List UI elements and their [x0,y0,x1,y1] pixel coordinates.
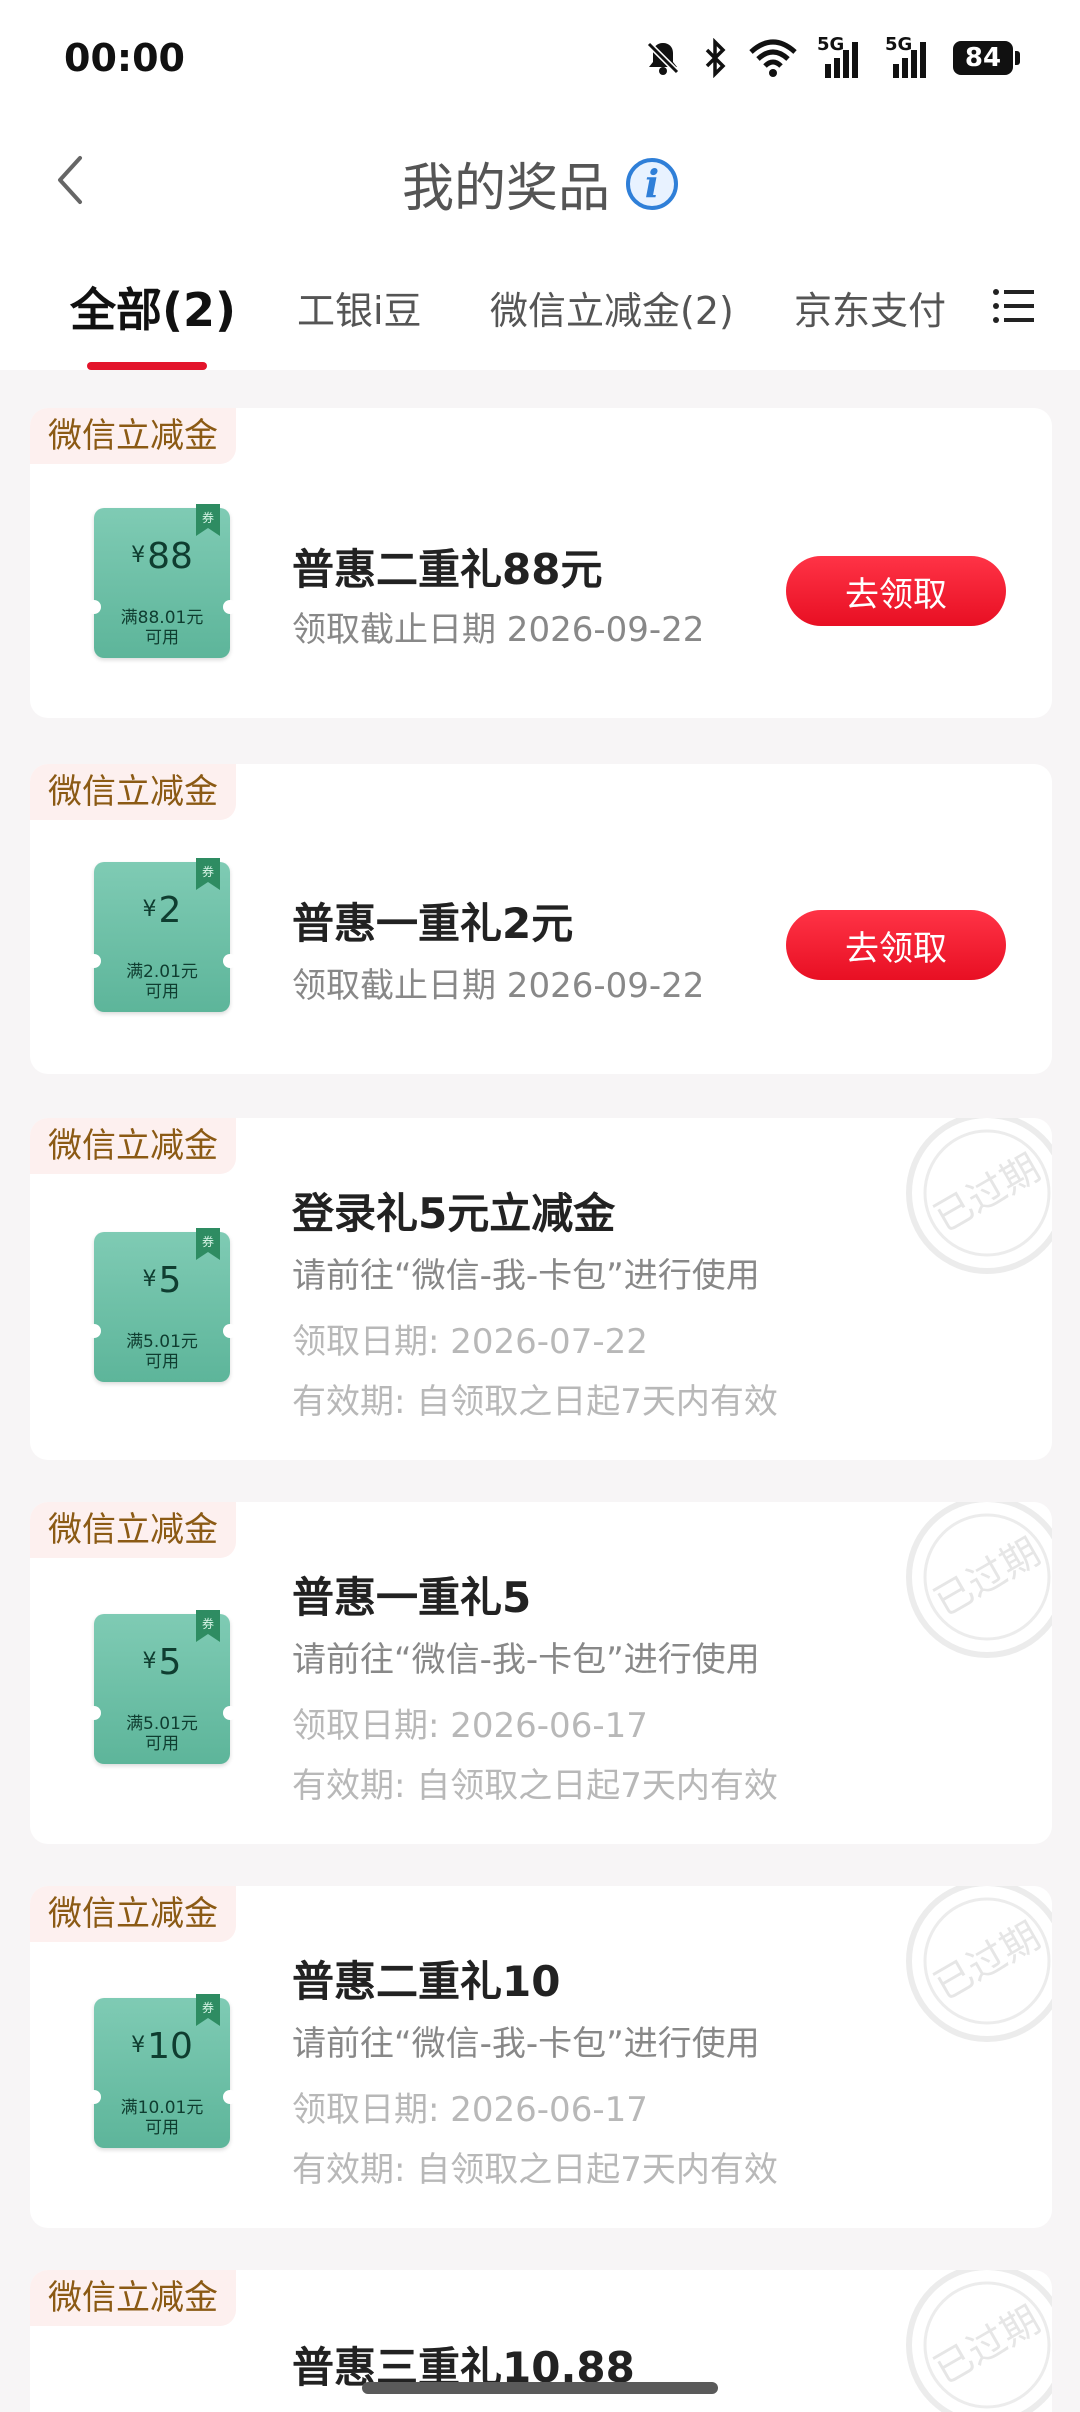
coupon-thumbnail: 券 ¥2 满2.01元 可用 [87,858,237,1012]
coupon-condition: 满5.01元 可用 [126,1332,198,1372]
tab-wechat-discount[interactable]: 微信立减金(2) [490,280,734,335]
header: 我的奖品 i [0,120,1080,240]
prize-title: 普惠一重礼5 [292,1573,532,1622]
ribbon-icon: 券 [196,858,220,890]
coupon-thumbnail: 券 ¥5 满5.01元 可用 [87,1228,237,1382]
card-tag: 微信立减金 [30,1118,236,1174]
receive-date: 领取日期: 2026-07-22 [292,1322,648,1362]
battery-level: 84 [953,41,1013,75]
card-tag: 微信立减金 [30,1502,236,1558]
claim-deadline: 领取截止日期 2026-09-22 [292,610,705,650]
validity-period: 有效期: 自领取之日起7天内有效 [292,2150,778,2190]
bluetooth-icon [705,38,726,78]
validity-period: 有效期: 自领取之日起7天内有效 [292,1382,778,1422]
expired-stamp-text: 已过期 [927,1529,1048,1624]
home-indicator[interactable] [362,2382,718,2394]
prize-title: 普惠二重礼88元 [292,545,603,594]
page-title: 我的奖品 [401,159,610,219]
coupon-amount: ¥5 [142,1642,182,1683]
expired-stamp-text: 已过期 [927,1145,1048,1240]
card-tag: 微信立减金 [30,2270,236,2326]
receive-date: 领取日期: 2026-06-17 [292,2090,648,2130]
coupon-amount: ¥2 [142,890,182,931]
status-bar: 00:00 5G 5G 84 [0,0,1080,120]
prize-card-expired: 已过期 微信立减金 券 ¥5 满5.01元 可用 普惠一重礼5 请前往“微信-我-… [30,1502,1052,1844]
tab-icbc-beans[interactable]: 工银i豆 [297,280,422,335]
coupon-thumbnail: 券 ¥88 满88.01元 可用 [87,504,237,658]
card-tag: 微信立减金 [30,764,236,820]
card-tag: 微信立减金 [30,1886,236,1942]
expired-stamp-icon: 已过期 [906,1118,1052,1274]
claim-button[interactable]: 去领取 [786,556,1006,626]
coupon-thumbnail: 券 ¥10 满10.01元 可用 [87,1994,237,2148]
claim-button[interactable]: 去领取 [786,910,1006,980]
usage-instructions: 请前往“微信-我-卡包”进行使用 [292,2024,760,2064]
prize-title: 登录礼5元立减金 [292,1189,616,1238]
coupon-condition: 满10.01元 可用 [120,2098,204,2138]
coupon-thumbnail: 券 ¥5 满5.01元 可用 [87,1610,237,1764]
usage-instructions: 请前往“微信-我-卡包”进行使用 [292,1640,760,1680]
coupon-amount: ¥10 [131,2026,193,2067]
coupon-amount: ¥88 [131,536,193,577]
tab-jd-pay[interactable]: 京东支付 [794,280,946,335]
info-icon[interactable]: i [626,157,678,210]
status-icons: 5G 5G 84 [643,34,1020,78]
ribbon-icon: 券 [196,1228,220,1260]
claim-deadline: 领取截止日期 2026-09-22 [292,966,705,1006]
battery-icon: 84 [953,41,1020,75]
signal-5g-icon: 5G [817,34,867,78]
prize-card: 微信立减金 券 ¥2 满2.01元 可用 普惠一重礼2元 领取截止日期 2026-… [30,764,1052,1074]
tab-all[interactable]: 全部(2) [70,274,236,340]
prize-title: 普惠二重礼10 [292,1957,561,2006]
expired-stamp-icon: 已过期 [906,1502,1052,1658]
validity-period: 有效期: 自领取之日起7天内有效 [292,1766,778,1806]
prize-card: 微信立减金 券 ¥88 满88.01元 可用 普惠二重礼88元 领取截止日期 20… [30,408,1052,718]
prize-card-expired: 已过期 微信立减金 券 ¥10 满10.01元 可用 普惠二重礼10 请前往“微信… [30,1886,1052,2228]
prize-card-expired: 已过期 微信立减金 券 ¥5 满5.01元 可用 登录礼5元立减金 请前往“微信-… [30,1118,1052,1460]
coupon-condition: 满2.01元 可用 [126,962,198,1002]
menu-list-icon[interactable] [992,286,1036,326]
expired-stamp-text: 已过期 [927,1913,1048,2008]
coupon-amount: ¥5 [142,1260,182,1301]
prize-title: 普惠一重礼2元 [292,899,574,948]
receive-date: 领取日期: 2026-06-17 [292,1706,648,1746]
tab-bar: 全部(2) 工银i豆 微信立减金(2) 京东支付 [0,240,1080,370]
coupon-condition: 满88.01元 可用 [120,608,204,648]
coupon-condition: 满5.01元 可用 [126,1714,198,1754]
card-tag: 微信立减金 [30,408,236,464]
mute-bell-icon [646,41,680,75]
signal-5g-icon: 5G [885,34,935,78]
ribbon-icon: 券 [196,1610,220,1642]
usage-instructions: 请前往“微信-我-卡包”进行使用 [292,1256,760,1296]
wifi-icon [749,39,797,77]
active-tab-indicator [87,362,207,370]
expired-stamp-icon: 已过期 [906,1886,1052,2042]
expired-stamp-text: 已过期 [927,2297,1048,2392]
ribbon-icon: 券 [196,1994,220,2026]
page-title-wrap: 我的奖品 i [0,146,1080,221]
status-time: 00:00 [64,36,185,80]
ribbon-icon: 券 [196,504,220,536]
expired-stamp-icon: 已过期 [906,2270,1052,2412]
